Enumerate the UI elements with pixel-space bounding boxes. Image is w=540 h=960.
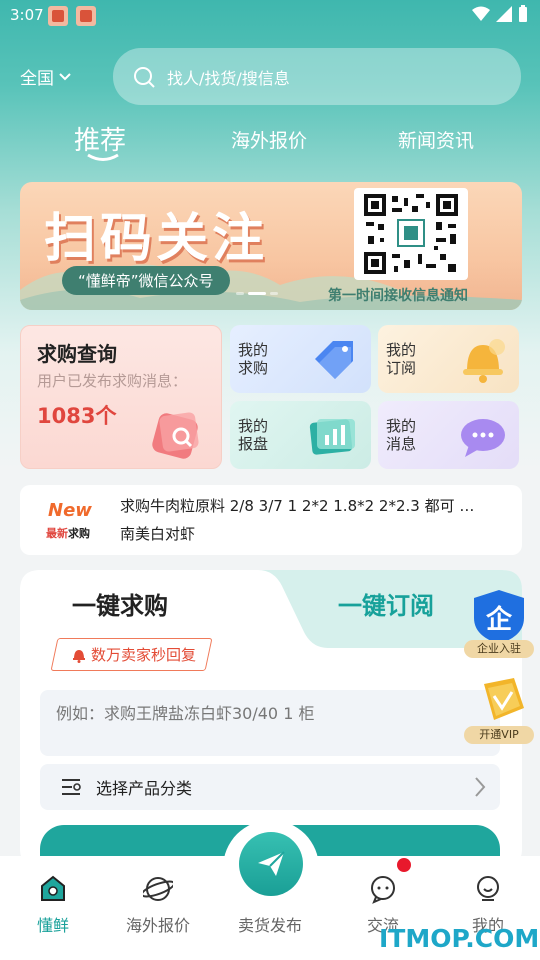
watermark: ITMOP.COM (379, 924, 540, 953)
user-icon (477, 876, 499, 901)
new-badge: New (48, 500, 92, 521)
tab-overseas-quote[interactable]: 海外报价 (231, 126, 307, 153)
top-tabs: 推荐 海外报价 新闻资讯 (0, 118, 540, 168)
globe-icon (140, 877, 176, 901)
vip-crown-icon (484, 678, 524, 720)
banner-account-pill: “懂鲜帝”微信公众号 (62, 266, 230, 295)
purchase-query-count: 1083个 (37, 404, 117, 428)
nav-overseas-quote-label: 海外报价 (125, 916, 190, 935)
latest-purchase-ticker[interactable]: New 最新求购 求购牛肉粒原料 2/8 3/7 1 2*2 1.8*2 2*2… (20, 485, 522, 555)
enterprise-entry-button[interactable]: 企 企业入驻 (464, 588, 534, 660)
promo-banner[interactable]: 扫码关注 “懂鲜帝”微信公众号 第一时间接收信息通知 (20, 182, 522, 310)
product-category-select[interactable]: 选择产品分类 (40, 764, 500, 810)
list-icon (62, 779, 81, 795)
search-input[interactable]: 找人/找货/搜信息 (113, 48, 521, 105)
purchase-query-title: 求购查询 (37, 342, 117, 366)
tab-one-click-subscribe[interactable]: 一键订阅 (338, 586, 434, 621)
wifi-icon (472, 6, 490, 21)
banner-title: 扫码关注 (44, 209, 269, 269)
my-subscription-card[interactable]: 我的订阅 (378, 325, 519, 393)
tab-one-click-purchase[interactable]: 一键求购 (72, 586, 168, 621)
banner-subtitle: 第一时间接收信息通知 (328, 288, 468, 304)
banner-pagination (236, 292, 278, 295)
search-tag-icon (152, 412, 199, 459)
vip-button[interactable]: 开通VIP (464, 674, 534, 746)
region-selector[interactable]: 全国 (20, 64, 72, 89)
product-category-label: 选择产品分类 (96, 779, 193, 798)
paper-plane-icon (258, 851, 285, 876)
svg-text:企: 企 (486, 604, 513, 635)
publish-circle (239, 832, 303, 896)
enterprise-shield-icon: 企 (474, 590, 524, 644)
my-messages-card[interactable]: 我的消息 (378, 401, 519, 469)
nav-home-label: 懂鲜 (36, 916, 69, 935)
nav-home[interactable]: 懂鲜 (8, 874, 98, 936)
purchase-query-subtitle: 用户已发布求购消息： (37, 372, 188, 390)
nav-publish-label: 卖货发布 (237, 916, 302, 935)
chevron-right-icon (475, 777, 486, 797)
seller-reply-text: 数万卖家秒回复 (91, 646, 197, 664)
purchase-request-textarea[interactable]: 例如：求购王牌盐冻白虾30/40 1 柜 (40, 690, 500, 756)
publish-button[interactable] (223, 820, 319, 916)
my-purchase-label: 我的求购 (238, 341, 269, 377)
vip-label: 开通VIP (464, 726, 534, 744)
qr-code-image (354, 188, 468, 280)
search-icon (134, 66, 155, 88)
chat-icon (461, 419, 505, 457)
purchase-query-card[interactable]: 求购查询 用户已发布求购消息： 1083个 (20, 325, 222, 469)
my-offer-card[interactable]: 我的报盘 (230, 401, 371, 469)
bell-icon (73, 649, 85, 663)
app-notification-icon (76, 6, 96, 26)
ticker-item[interactable]: 求购牛肉粒原料 2/8 3/7 1 2*2 1.8*2 2*2.3 都可 … (120, 495, 474, 516)
my-offer-label: 我的报盘 (238, 417, 269, 453)
enterprise-entry-label: 企业入驻 (464, 640, 534, 658)
chevron-down-icon (59, 72, 71, 80)
seller-reply-badge: 数万卖家秒回复 (50, 638, 213, 671)
signal-icon (496, 6, 512, 22)
home-icon (41, 875, 65, 901)
bell-icon (463, 339, 505, 383)
region-label: 全国 (20, 69, 54, 89)
search-placeholder: 找人/找货/搜信息 (167, 68, 290, 88)
my-messages-label: 我的消息 (386, 417, 417, 453)
status-bar: 3:07 (0, 0, 540, 32)
status-indicators (472, 5, 528, 23)
chart-icon (309, 419, 355, 455)
tab-active-indicator (87, 153, 119, 161)
tag-icon (315, 341, 353, 379)
my-purchase-card[interactable]: 我的求购 (230, 325, 371, 393)
chat-bubble-icon (371, 876, 395, 904)
nav-overseas-quote[interactable]: 海外报价 (113, 874, 203, 936)
tab-news[interactable]: 新闻资讯 (398, 126, 474, 153)
nav-publish[interactable]: 卖货发布 (225, 908, 315, 936)
app-notification-icon (48, 6, 68, 26)
my-subscription-label: 我的订阅 (386, 341, 417, 377)
status-time: 3:07 (10, 6, 44, 24)
ticker-item[interactable]: 南美白对虾 (120, 523, 195, 544)
battery-icon (519, 5, 527, 22)
unread-dot (397, 858, 411, 872)
latest-purchase-label: 最新求购 (46, 527, 90, 540)
